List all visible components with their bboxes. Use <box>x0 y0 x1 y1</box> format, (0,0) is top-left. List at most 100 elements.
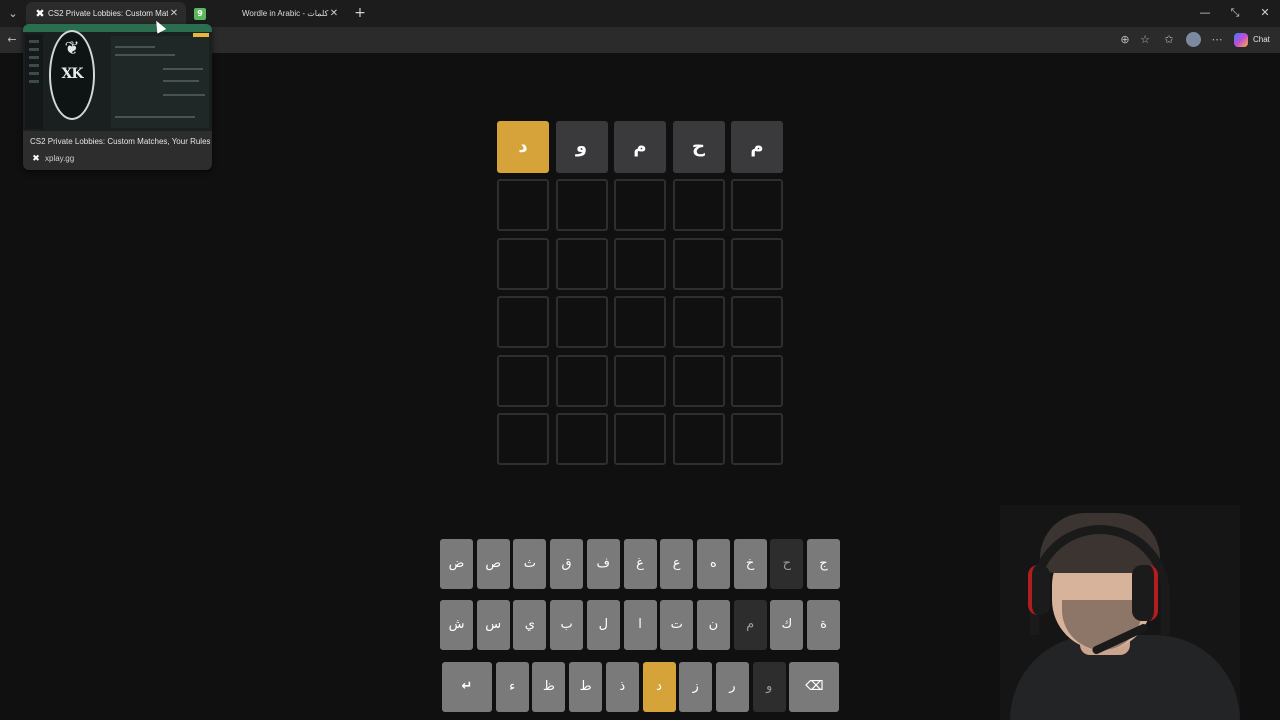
board-tile <box>672 179 725 232</box>
tab-list-chevron-icon[interactable]: ⌄ <box>4 5 22 22</box>
key-letter[interactable]: ض <box>440 539 473 589</box>
board-row <box>497 237 783 290</box>
key-letter[interactable]: و <box>752 662 786 712</box>
key-letter[interactable]: ظ <box>532 662 566 712</box>
key-letter[interactable]: ع <box>660 539 694 589</box>
board-row: دومحم <box>497 121 783 173</box>
thumb-accent <box>193 33 209 37</box>
key-letter[interactable]: ح <box>770 539 804 589</box>
restore-icon[interactable]: ⤡ <box>1224 4 1246 22</box>
key-letter[interactable]: غ <box>623 539 657 589</box>
copilot-logo-icon <box>1234 33 1248 47</box>
tab-hover-preview: ❦ XK CS2 Private Lobbies: Custom Matches… <box>23 24 212 170</box>
board-tile <box>555 179 608 232</box>
key-letter[interactable]: ط <box>569 662 603 712</box>
key-letter[interactable]: ج <box>807 539 840 589</box>
wordle-favicon-icon: 9 <box>194 8 206 20</box>
key-letter[interactable]: ل <box>586 600 620 650</box>
board-row <box>497 354 783 407</box>
board-tile <box>555 296 608 349</box>
board-row <box>497 179 783 232</box>
key-letter[interactable]: ص <box>476 539 510 589</box>
board-tile: م <box>731 121 783 173</box>
on-screen-keyboard: ض ص ث ق ف غ ع ه خ ح ج ش س ي ب ل ا ت ن م ك ة ↵ ء ظ ط ذ د ز ر و ⌫ <box>440 539 840 714</box>
board-tile <box>614 413 666 465</box>
more-menu-icon[interactable]: ⋯ <box>1209 32 1225 48</box>
back-arrow-icon[interactable]: ← <box>4 32 20 48</box>
board-tile <box>497 413 549 465</box>
phoenix-logo-icon: ❦ <box>64 38 80 59</box>
close-window-icon[interactable]: ✕ <box>1254 4 1276 22</box>
key-letter[interactable]: ز <box>679 662 713 712</box>
key-backspace[interactable]: ⌫ <box>789 662 840 712</box>
xplay-favicon-icon: ✖ <box>32 154 40 164</box>
key-letter[interactable]: ا <box>623 600 657 650</box>
board-tile <box>497 354 549 407</box>
board-tile <box>614 354 666 407</box>
copilot-chat-button[interactable]: Chat <box>1232 31 1276 49</box>
key-letter[interactable]: ق <box>550 539 584 589</box>
board-tile <box>672 237 725 290</box>
key-letter[interactable]: س <box>476 600 510 650</box>
board-tile <box>614 296 666 349</box>
new-tab-plus-icon[interactable]: + <box>351 4 369 22</box>
key-letter[interactable]: ت <box>660 600 694 650</box>
thumb-panel <box>111 36 209 128</box>
game-board: دومحم <box>497 121 783 465</box>
key-letter[interactable]: ي <box>513 600 547 650</box>
favorite-star-icon[interactable]: ☆ <box>1137 32 1153 48</box>
key-letter[interactable]: م <box>733 600 767 650</box>
thumb-header <box>23 24 212 32</box>
key-letter[interactable]: ش <box>440 600 473 650</box>
board-tile <box>731 179 783 232</box>
board-row <box>497 296 783 349</box>
hover-card-domain: xplay.gg <box>45 154 75 163</box>
key-letter[interactable]: د <box>642 662 676 712</box>
key-letter[interactable]: ه <box>696 539 730 589</box>
board-tile <box>731 413 783 465</box>
board-tile <box>731 296 783 349</box>
key-letter[interactable]: ف <box>586 539 620 589</box>
tab-close-icon[interactable]: ✕ <box>328 7 340 21</box>
tab-title: Wordle in Arabic - كلمات <box>242 9 329 18</box>
key-letter[interactable]: ء <box>495 662 529 712</box>
webcam-overlay <box>1000 505 1240 720</box>
key-letter[interactable]: ذ <box>605 662 639 712</box>
key-enter[interactable]: ↵ <box>442 662 492 712</box>
board-tile <box>672 354 725 407</box>
page-thumbnail: ❦ XK <box>23 24 212 131</box>
key-letter[interactable]: ر <box>715 662 749 712</box>
board-tile <box>497 179 549 232</box>
key-letter[interactable]: خ <box>733 539 767 589</box>
board-tile <box>555 413 608 465</box>
key-letter[interactable]: ن <box>696 600 730 650</box>
key-letter[interactable]: ك <box>770 600 804 650</box>
board-tile <box>614 237 666 290</box>
board-tile <box>672 413 725 465</box>
minimize-icon[interactable]: — <box>1194 4 1216 22</box>
thumb-sidebar <box>25 34 43 129</box>
board-tile <box>555 237 608 290</box>
zoom-icon[interactable]: ⊕ <box>1117 32 1133 48</box>
board-tile <box>731 237 783 290</box>
xplay-favicon-icon: ✖ <box>35 7 45 20</box>
key-letter[interactable]: ث <box>513 539 547 589</box>
board-tile <box>555 354 608 407</box>
tab-bar: ⌄ ✖ CS2 Private Lobbies: Custom Matches,… <box>0 0 1280 27</box>
favorites-list-icon[interactable]: ✩ <box>1161 32 1177 48</box>
key-letter[interactable]: ة <box>807 600 840 650</box>
board-tile: ح <box>672 121 725 173</box>
board-tile <box>614 179 666 232</box>
key-letter[interactable]: ب <box>550 600 584 650</box>
board-tile: و <box>555 121 608 173</box>
board-tile: د <box>497 121 549 173</box>
board-tile <box>497 237 549 290</box>
tab-title: CS2 Private Lobbies: Custom Matches, You… <box>48 9 168 18</box>
board-tile <box>672 296 725 349</box>
copilot-chat-label: Chat <box>1253 35 1270 44</box>
profile-avatar-icon[interactable] <box>1186 32 1201 47</box>
board-tile: م <box>614 121 666 173</box>
tab-close-icon[interactable]: ✕ <box>168 7 180 21</box>
board-row <box>497 413 783 465</box>
hover-card-title: CS2 Private Lobbies: Custom Matches, You… <box>30 137 210 146</box>
